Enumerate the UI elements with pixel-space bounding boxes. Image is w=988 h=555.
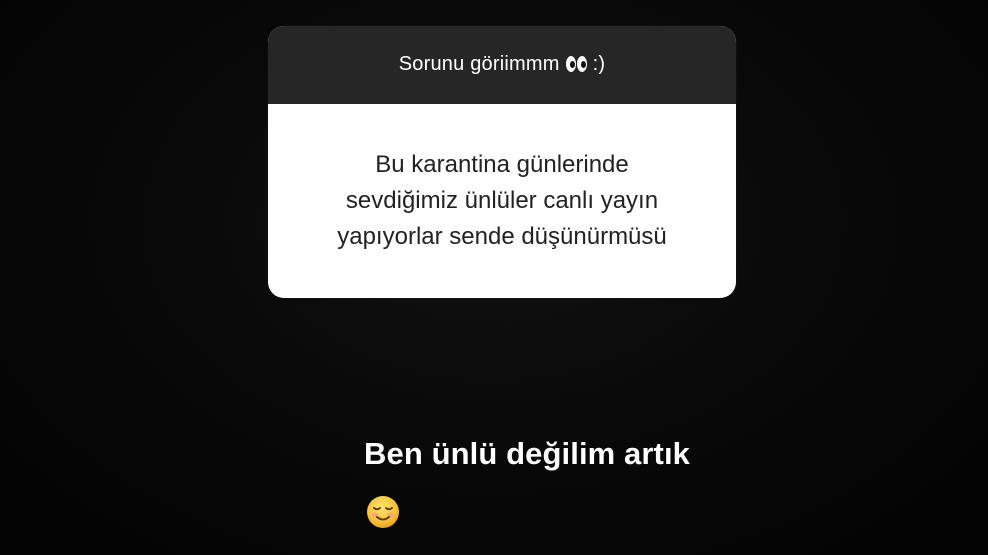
reply-text: Ben ünlü değilim artık [364,436,691,471]
smiling-face-icon [367,496,399,528]
question-sticker-body: Bu karantina günlerinde sevdiğimiz ünlül… [268,104,736,298]
question-sticker-title: Sorunu göriimmm [398,52,560,75]
smiley-text: :) [592,52,606,75]
eyes-icon [565,56,587,72]
right-eye-shape [576,56,587,72]
question-sticker-header-row: Sorunu göriimmm :) [399,53,605,76]
question-text: Bu karantina günlerinde sevdiğimiz ünlül… [337,151,667,250]
story-canvas: Sorunu göriimmm :) Bu karantina günlerin… [0,0,988,555]
left-eye-shape [565,56,576,72]
question-sticker-header: Sorunu göriimmm :) [268,26,736,104]
question-sticker[interactable]: Sorunu göriimmm :) Bu karantina günlerin… [268,26,736,298]
